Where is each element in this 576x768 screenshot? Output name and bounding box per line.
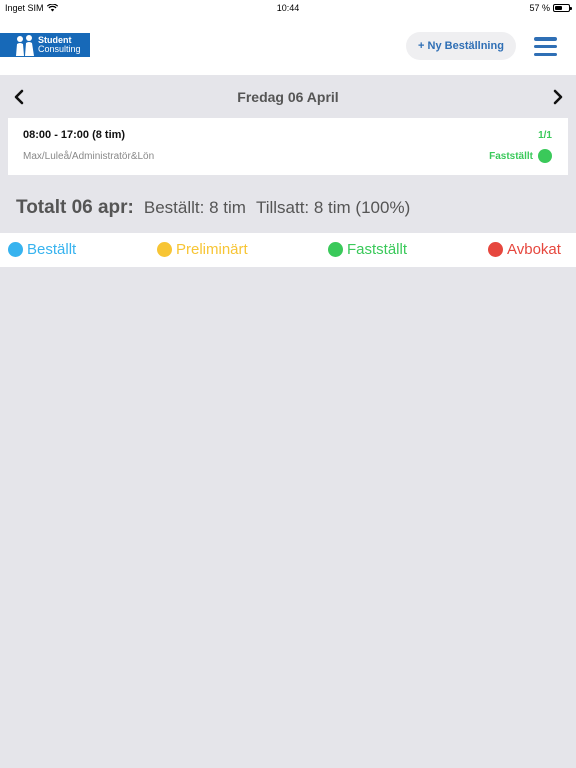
- shift-status-label: Fastställt: [489, 150, 533, 162]
- app-header: Student Consulting + Ny Beställning: [0, 15, 576, 75]
- legend-item-confirmed: Fastställt: [328, 241, 407, 258]
- total-label: Totalt 06 apr:: [16, 197, 134, 218]
- hamburger-icon-bar: [534, 44, 557, 49]
- menu-button[interactable]: [534, 37, 557, 56]
- new-order-button[interactable]: + Ny Beställning: [406, 32, 516, 60]
- status-dot-icon: [538, 149, 552, 163]
- total-summary: Totalt 06 apr: Beställt: 8 tim Tillsatt:…: [16, 197, 410, 219]
- shift-description: Max/Luleå/Administratör&Lön: [23, 151, 155, 162]
- logo-people-icon: [16, 35, 34, 56]
- shift-time: 08:00 - 17:00 (8 tim): [23, 129, 126, 141]
- hamburger-icon-bar: [534, 52, 557, 56]
- battery-percent: 57 %: [529, 3, 550, 13]
- hamburger-icon-bar: [534, 37, 557, 41]
- legend-label: Preliminärt: [176, 241, 248, 258]
- logo-line-2: Consulting: [38, 44, 81, 54]
- shift-count: 1/1: [538, 130, 552, 141]
- shift-status: Fastställt: [489, 149, 552, 163]
- legend-label: Beställt: [27, 241, 77, 258]
- logo-text: Student Consulting: [38, 36, 81, 54]
- status-right: 57 %: [529, 3, 572, 13]
- legend-dot-icon: [328, 242, 343, 257]
- legend-item-preliminary: Preliminärt: [157, 241, 248, 258]
- chevron-right-icon[interactable]: [550, 89, 566, 105]
- legend-label: Fastställt: [347, 241, 408, 258]
- shift-card[interactable]: 08:00 - 17:00 (8 tim) Max/Luleå/Administ…: [8, 118, 568, 175]
- date-navigation: Fredag 06 April: [0, 75, 576, 118]
- company-logo[interactable]: Student Consulting: [0, 33, 90, 57]
- date-title: Fredag 06 April: [237, 89, 339, 105]
- total-ordered: Beställt: 8 tim: [143, 198, 246, 217]
- legend-dot-icon: [8, 242, 23, 257]
- legend-label: Avbokat: [507, 241, 561, 258]
- legend-item-cancelled: Avbokat: [488, 241, 561, 258]
- battery-fill: [555, 6, 563, 10]
- status-bar: Inget SIM 10:44 57 %: [0, 0, 576, 15]
- battery-icon: [553, 4, 572, 12]
- status-legend: Beställt Preliminärt Fastställt Avbokat: [0, 233, 576, 267]
- status-time: 10:44: [276, 3, 300, 13]
- legend-item-ordered: Beställt: [8, 241, 76, 258]
- legend-dot-icon: [157, 242, 172, 257]
- total-assigned: Tillsatt: 8 tim (100%): [255, 198, 411, 217]
- legend-dot-icon: [488, 242, 503, 257]
